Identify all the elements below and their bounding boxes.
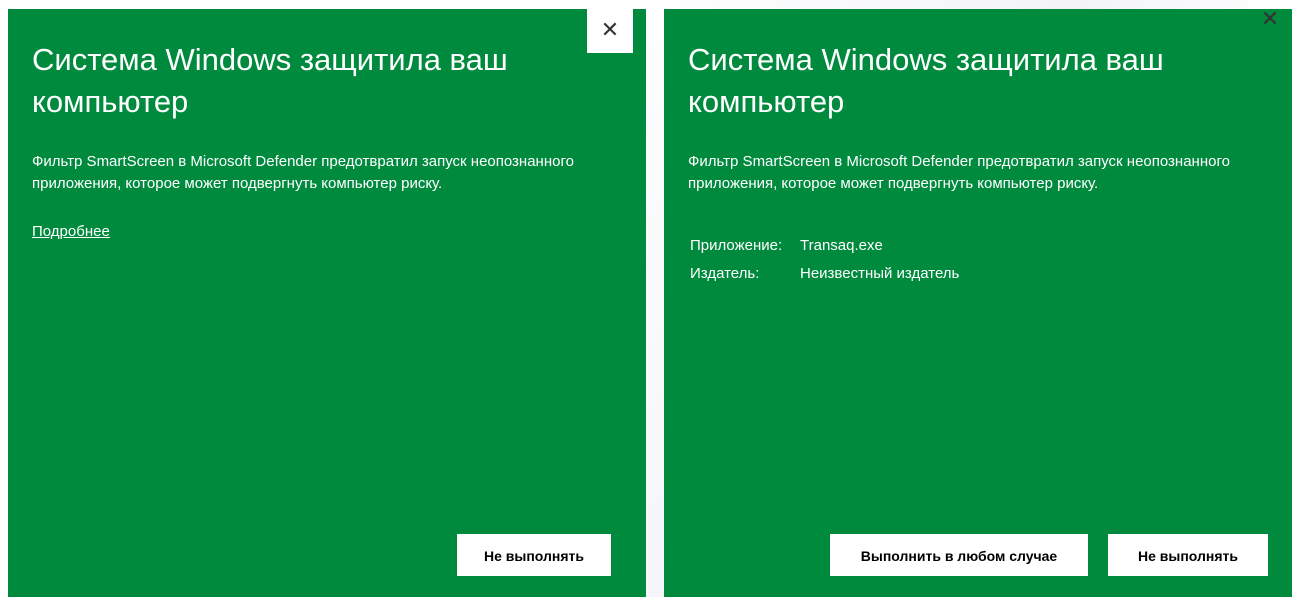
- publisher-value: Неизвестный издатель: [800, 265, 960, 282]
- dont-run-button[interactable]: Не выполнять: [1108, 534, 1268, 576]
- close-icon[interactable]: ✕: [587, 9, 633, 53]
- app-value: Transaq.exe: [800, 237, 883, 254]
- dialog-description: Фильтр SmartScreen в Microsoft Defender …: [32, 153, 574, 192]
- dialog-title: Система Windows защитила ваш компьютер: [688, 42, 1164, 119]
- app-info-row: Приложение: Transaq.exe: [690, 235, 883, 257]
- app-label: Приложение:: [690, 237, 783, 254]
- dont-run-button[interactable]: Не выполнять: [457, 534, 611, 576]
- run-anyway-button[interactable]: Выполнить в любом случае: [830, 534, 1088, 576]
- publisher-label: Издатель:: [690, 265, 760, 282]
- publisher-info-row: Издатель: Неизвестный издатель: [690, 263, 959, 285]
- dialog-description: Фильтр SmartScreen в Microsoft Defender …: [688, 153, 1230, 192]
- close-icon[interactable]: ✕: [1248, 0, 1292, 40]
- more-info-link[interactable]: Подробнее: [32, 223, 110, 240]
- smartscreen-dialog-collapsed: ✕ Система Windows защитила ваш компьютер…: [8, 9, 646, 597]
- dialog-title: Система Windows защитила ваш компьютер: [32, 42, 508, 119]
- smartscreen-dialog-expanded: ✕ Система Windows защитила ваш компьютер…: [664, 7, 1292, 597]
